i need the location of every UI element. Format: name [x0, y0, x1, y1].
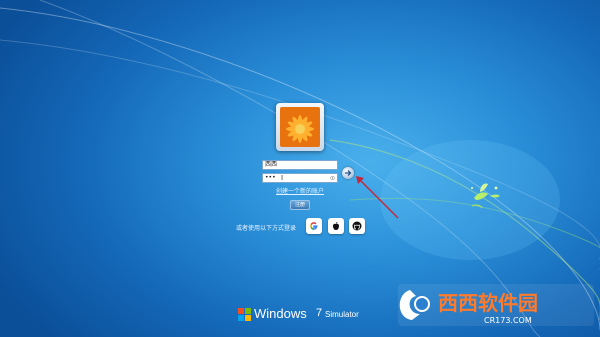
watermark-main-text: 西西软件园	[438, 291, 538, 315]
github-icon	[352, 221, 362, 231]
google-login-button[interactable]	[306, 218, 322, 234]
version-text: 7	[316, 307, 323, 319]
apple-login-button[interactable]	[328, 218, 344, 234]
create-account-link[interactable]: 创建一个新的账户	[255, 186, 345, 195]
windows-logo-icon	[238, 308, 251, 321]
alt-login-label: 或者使用以下方式登录	[236, 225, 297, 232]
site-watermark: 西西软件园 CR173.COM	[398, 284, 594, 326]
text-cursor-icon: I	[281, 174, 284, 182]
user-avatar	[276, 103, 324, 151]
flower-picture	[280, 107, 320, 147]
bird-graphic	[471, 183, 500, 209]
password-field[interactable]: ••• I	[262, 173, 338, 183]
windows-text: Windows	[254, 306, 307, 321]
show-password-icon[interactable]	[330, 176, 335, 180]
register-button[interactable]: 注册	[290, 200, 310, 210]
password-value: •••	[265, 174, 276, 181]
username-field[interactable]: 西西	[262, 160, 338, 170]
google-icon	[310, 222, 318, 230]
login-screen: 西西 ••• I 创建一个新的账户 注册 或者使用以下方式登录 Windows …	[0, 0, 600, 337]
username-value: 西西	[265, 161, 278, 168]
apple-icon	[333, 221, 339, 230]
annotation-arrow	[356, 176, 399, 219]
watermark-url-text: CR173.COM	[484, 316, 532, 325]
simulator-text: Simulator	[325, 310, 359, 319]
